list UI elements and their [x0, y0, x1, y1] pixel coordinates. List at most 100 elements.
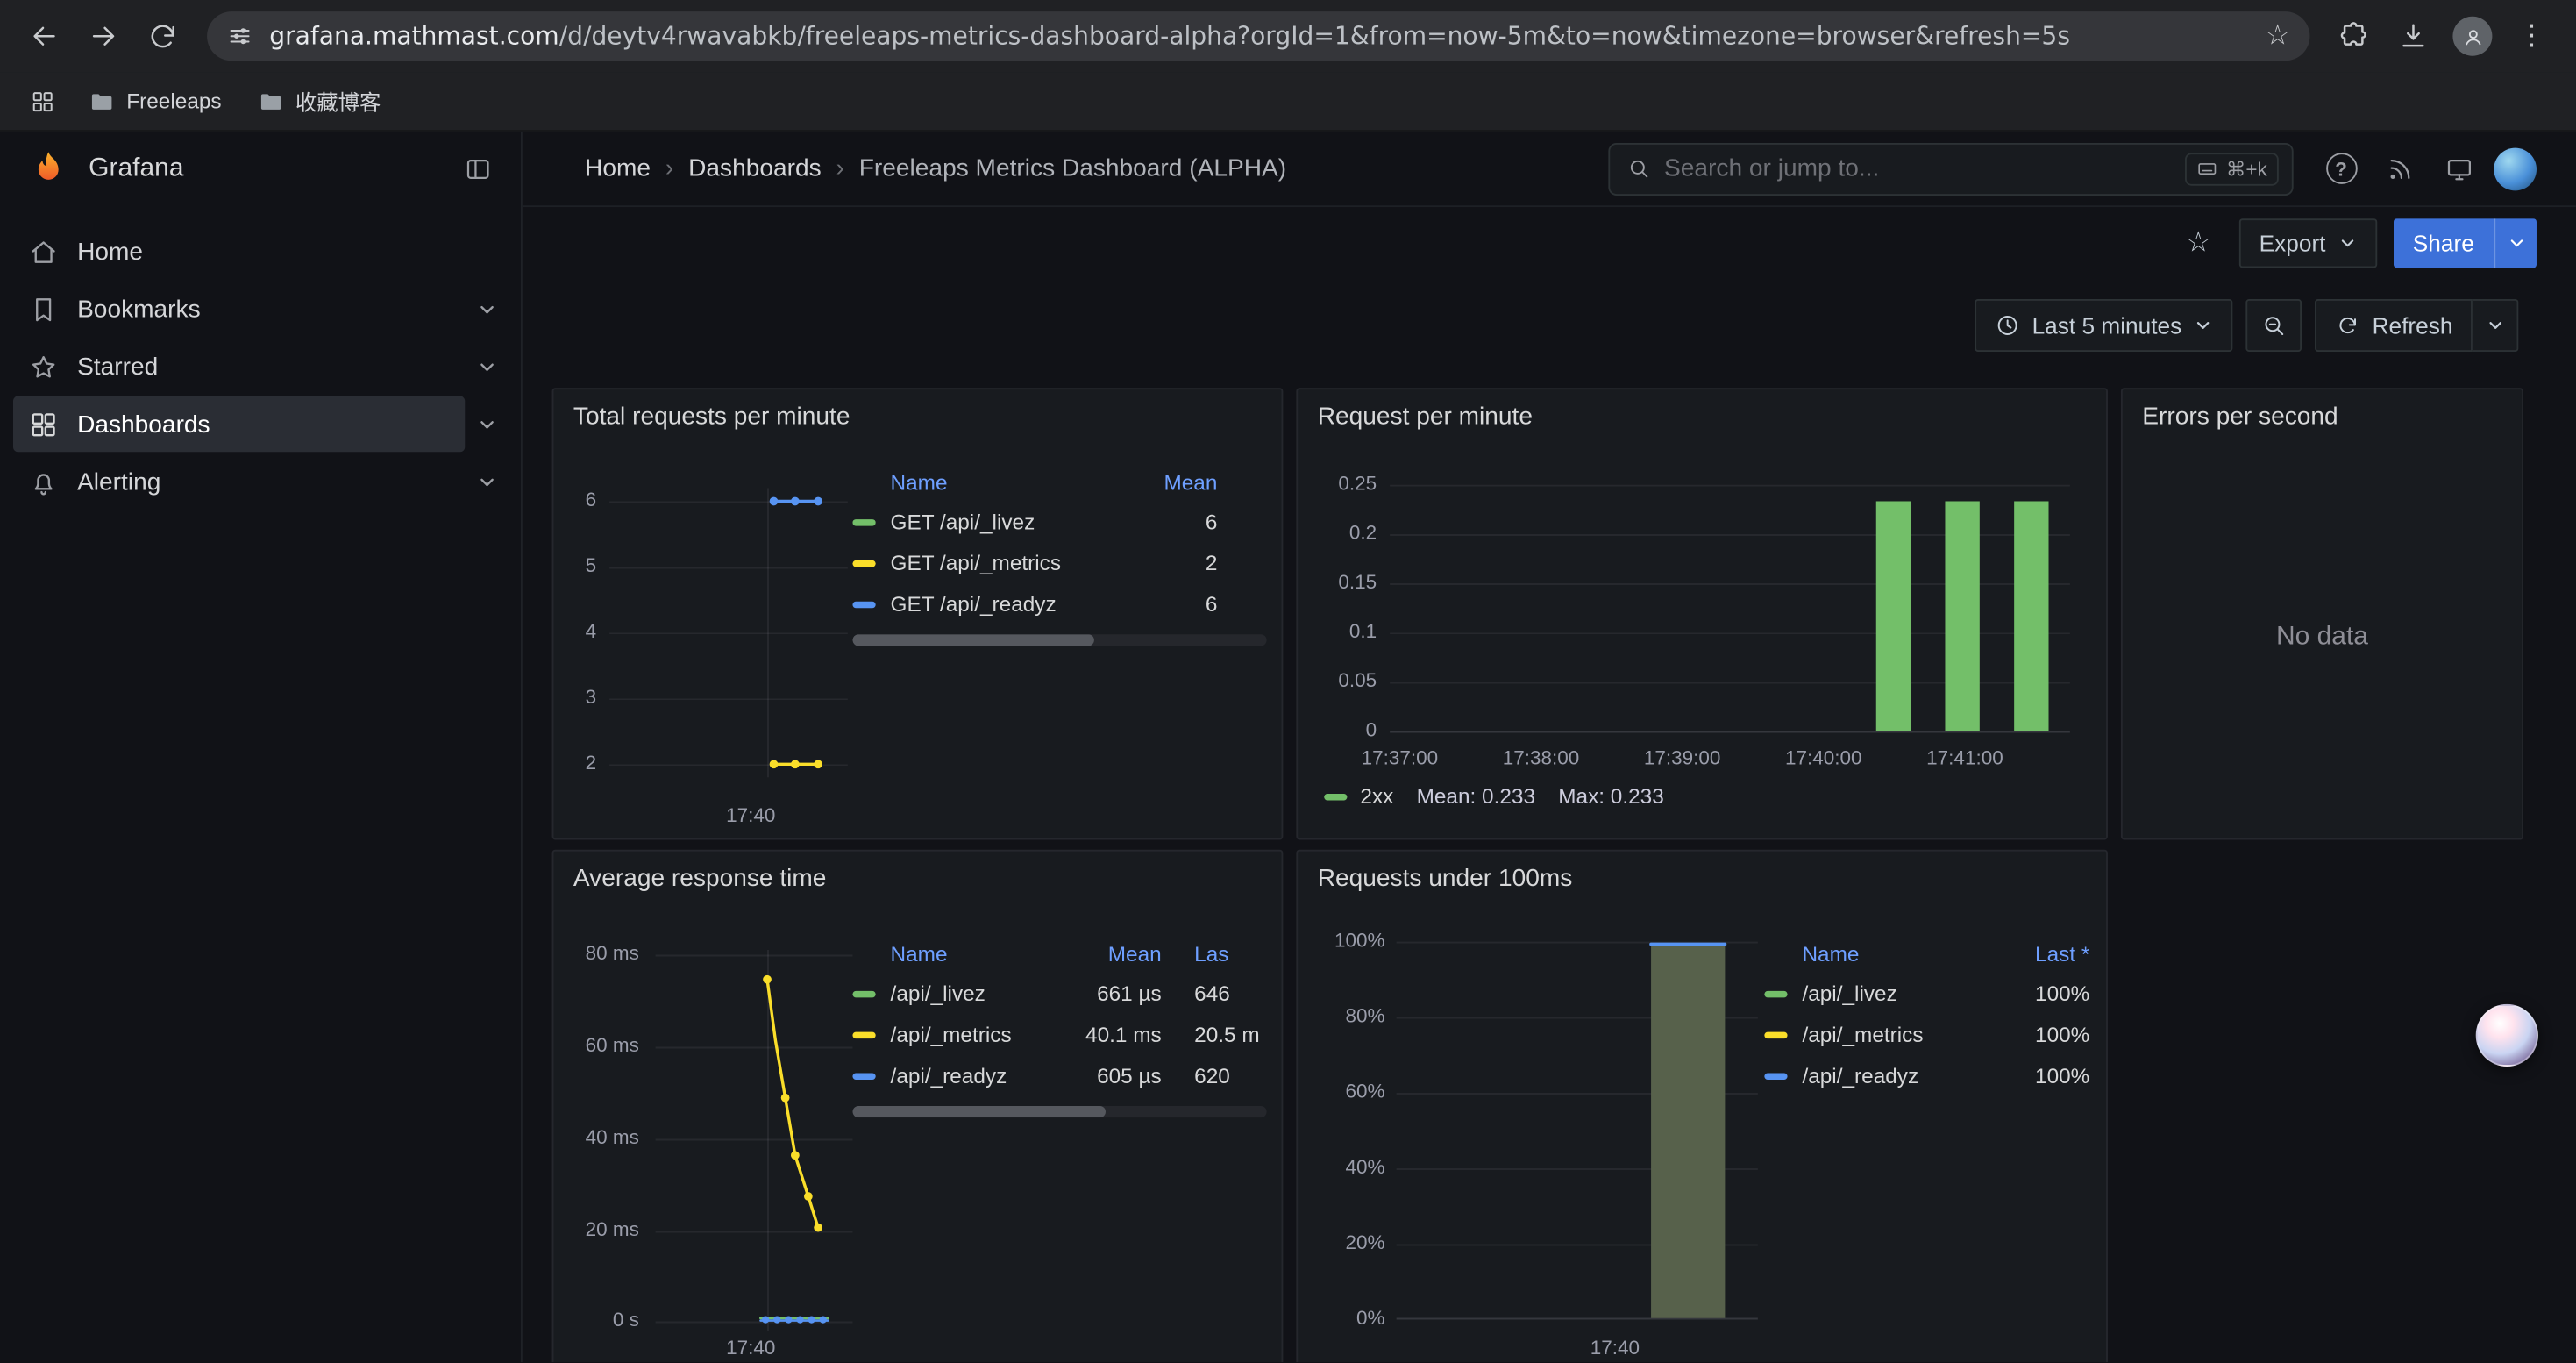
help-button[interactable]: ? — [2316, 144, 2366, 193]
refresh-split-button: Refresh — [2315, 299, 2518, 352]
zoom-out-button[interactable] — [2245, 299, 2302, 352]
user-avatar[interactable] — [2494, 147, 2537, 190]
nav-row-starred: Starred — [13, 339, 508, 395]
legend-scrollbar[interactable] — [852, 634, 1266, 646]
time-range-picker[interactable]: Last 5 minutes — [1975, 299, 2232, 352]
series-max: Max: 0.233 — [1558, 784, 1664, 809]
bookmark-folder-freeleaps[interactable]: Freeleaps — [75, 80, 234, 123]
bar-chart[interactable] — [1397, 942, 1758, 1320]
x-tick: 17:37:00 — [1350, 746, 1448, 769]
downloads-button[interactable] — [2386, 8, 2442, 64]
series-color-swatch — [852, 990, 875, 996]
legend-row[interactable]: /api/_livez 661 µs 646 — [852, 973, 1266, 1014]
legend-row[interactable]: /api/_metrics 100% — [1764, 1014, 2089, 1055]
y-tick: 20 ms — [553, 1217, 638, 1242]
export-button[interactable]: Export — [2239, 218, 2376, 267]
reload-button[interactable] — [135, 8, 191, 64]
grafana-logo-icon[interactable] — [26, 147, 71, 192]
col-name[interactable]: Name — [891, 941, 1079, 966]
panel-title[interactable]: Requests under 100ms — [1318, 865, 1573, 893]
expand-alerting-button[interactable] — [465, 460, 508, 503]
favorite-dashboard-button[interactable]: ☆ — [2174, 218, 2223, 267]
search-bar[interactable]: ⌘+k — [1608, 142, 2293, 195]
forward-button[interactable] — [75, 8, 132, 64]
main-area: Home › Dashboards › Freeleaps Metrics Da… — [523, 132, 2576, 1362]
legend-table: Name Mean Las /api/_livez 661 µs 646 — [852, 933, 1266, 1117]
url-domain: grafana.mathmast.com — [269, 21, 559, 51]
legend-row[interactable]: 2xx Mean: 0.233 Max: 0.233 — [1324, 784, 1664, 809]
y-tick: 20% — [1298, 1231, 1384, 1255]
col-last[interactable]: Last * — [2010, 941, 2089, 966]
panel-title[interactable]: Request per minute — [1318, 403, 1533, 431]
app-header: Home › Dashboards › Freeleaps Metrics Da… — [523, 132, 2576, 207]
sidebar-item-starred[interactable]: Starred — [13, 339, 465, 395]
bookmark-star-icon[interactable]: ☆ — [2265, 19, 2290, 52]
legend-row[interactable]: /api/_readyz 605 µs 620 — [852, 1055, 1266, 1096]
breadcrumb-home[interactable]: Home — [585, 154, 651, 182]
bell-icon — [28, 466, 60, 497]
sidebar-item-dashboards[interactable]: Dashboards — [13, 396, 465, 453]
folder-icon — [89, 88, 115, 114]
col-mean[interactable]: Mean — [1079, 941, 1162, 966]
breadcrumb-dashboards[interactable]: Dashboards — [688, 154, 822, 182]
news-button[interactable] — [2375, 144, 2424, 193]
legend-row[interactable]: GET /api/_metrics 2 — [852, 542, 1266, 583]
x-tick: 17:40 — [701, 1336, 800, 1359]
url-bar[interactable]: grafana.mathmast.com/d/deytv4rwavabkb/fr… — [207, 11, 2309, 61]
panel-title[interactable]: Total requests per minute — [573, 403, 850, 431]
sidebar-item-alerting[interactable]: Alerting — [13, 453, 465, 510]
url-text[interactable]: grafana.mathmast.com/d/deytv4rwavabkb/fr… — [269, 21, 2252, 51]
share-menu-button[interactable] — [2494, 218, 2537, 267]
legend-row[interactable]: GET /api/_livez 6 — [852, 501, 1266, 542]
refresh-interval-button[interactable] — [2473, 299, 2518, 352]
browser-menu-button[interactable]: ⋮ — [2504, 8, 2560, 64]
legend-row[interactable]: /api/_livez 100% — [1764, 973, 2089, 1014]
chevron-down-icon — [2506, 232, 2525, 252]
apps-grid-button[interactable] — [19, 78, 65, 124]
share-button[interactable]: Share — [2393, 218, 2494, 267]
search-input[interactable] — [1664, 154, 2185, 182]
extensions-button[interactable] — [2326, 8, 2382, 64]
reload-icon — [146, 19, 179, 52]
floating-avatar[interactable] — [2476, 1004, 2538, 1067]
y-tick: 0.2 — [1298, 521, 1377, 546]
col-name[interactable]: Name — [1802, 941, 2010, 966]
forward-icon — [87, 19, 119, 52]
y-tick: 0.25 — [1298, 472, 1377, 496]
panel-title[interactable]: Errors per second — [2142, 403, 2338, 431]
y-tick: 0 — [1298, 718, 1377, 743]
bookmark-folder-blogs[interactable]: 收藏博客 — [245, 80, 395, 123]
profile-button[interactable] — [2444, 8, 2501, 64]
no-data-message: No data — [2123, 436, 2522, 838]
legend-scrollbar[interactable] — [852, 1106, 1266, 1117]
legend-row[interactable]: /api/_metrics 40.1 ms 20.5 m — [852, 1014, 1266, 1055]
line-chart[interactable] — [656, 950, 853, 1331]
series-color-swatch — [1764, 1031, 1787, 1038]
line-chart[interactable] — [609, 488, 848, 777]
y-tick: 60% — [1298, 1080, 1384, 1104]
legend-row[interactable]: GET /api/_readyz 6 — [852, 583, 1266, 624]
col-name[interactable]: Name — [891, 469, 1135, 494]
sidebar-item-bookmarks[interactable]: Bookmarks — [13, 281, 465, 337]
collapse-sidebar-button[interactable] — [455, 146, 501, 192]
back-button[interactable] — [17, 8, 73, 64]
legend-row[interactable]: /api/_readyz 100% — [1764, 1055, 2089, 1096]
panel-title[interactable]: Average response time — [573, 865, 827, 893]
site-settings-icon[interactable] — [227, 23, 253, 49]
expand-bookmarks-button[interactable] — [465, 288, 508, 331]
display-button[interactable] — [2435, 144, 2484, 193]
expand-starred-button[interactable] — [465, 345, 508, 388]
sidebar-item-home[interactable]: Home — [13, 224, 465, 280]
refresh-button[interactable]: Refresh — [2315, 299, 2473, 352]
nav-row-alerting: Alerting — [13, 453, 508, 510]
expand-dashboards-button[interactable] — [465, 403, 508, 446]
col-last[interactable]: Las — [1194, 941, 1266, 966]
col-mean[interactable]: Mean — [1135, 469, 1218, 494]
bar-chart[interactable] — [1390, 485, 2070, 733]
x-tick: 17:40 — [701, 803, 800, 826]
rss-icon — [2386, 153, 2416, 183]
y-tick: 40% — [1298, 1155, 1384, 1180]
browser-toolbar: grafana.mathmast.com/d/deytv4rwavabkb/fr… — [0, 0, 2576, 72]
screen: grafana.mathmast.com/d/deytv4rwavabkb/fr… — [0, 0, 2576, 1362]
dashboard-actions: ☆ Export Share — [523, 207, 2576, 278]
